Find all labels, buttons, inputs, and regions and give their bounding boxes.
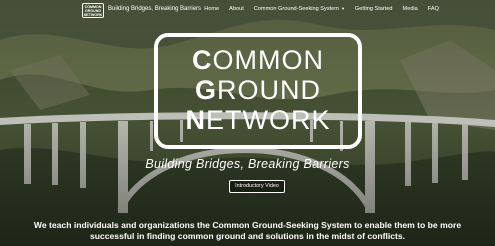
introductory-video-button[interactable]: Introductory Video <box>229 180 285 193</box>
chevron-down-icon: ▼ <box>340 6 345 11</box>
site-tagline: Building Bridges, Breaking Barriers <box>108 6 202 12</box>
site-header: COMMON GROUND NETWORK Building Bridges, … <box>0 0 495 22</box>
nav-media[interactable]: Media <box>403 6 418 12</box>
hero-logo-initial-n: N <box>185 105 206 135</box>
mission-line-2: successful in finding common ground and … <box>89 231 406 241</box>
nav-getting-started-label: Getting Started <box>354 6 393 12</box>
nav-getting-started[interactable]: Getting Started <box>355 6 393 12</box>
hero-logo-rest-1: OMMON <box>212 45 324 75</box>
hero-logo-rest-3: ETWORK <box>206 105 331 135</box>
mission-line-1: We teach individuals and organizations t… <box>33 220 462 230</box>
main-nav: Home About Common Ground-Seeking System ▼… <box>204 6 439 12</box>
hero-logo: COMMON GROUND NETWORK <box>154 33 362 149</box>
nav-home-label: Home <box>204 6 220 12</box>
nav-home[interactable]: Home <box>204 6 219 12</box>
hero-logo-line-2: GROUND <box>158 77 358 104</box>
hero-logo-initial-g: G <box>194 75 217 105</box>
nav-faq[interactable]: FAQ <box>428 6 439 12</box>
nav-common-ground-seeking-system[interactable]: Common Ground-Seeking System ▼ <box>254 6 345 12</box>
nav-faq-label: FAQ <box>427 6 439 12</box>
hero-subtitle: Building Bridges, Breaking Barriers <box>145 157 350 171</box>
nav-about-label: About <box>229 6 244 12</box>
mission-statement: We teach individuals and organizations t… <box>30 220 465 242</box>
logo-line-3: NETWORK <box>83 13 103 17</box>
nav-about[interactable]: About <box>229 6 244 12</box>
nav-cgss-label: Common Ground-Seeking System <box>253 6 339 12</box>
site-logo[interactable]: COMMON GROUND NETWORK <box>82 3 104 18</box>
nav-media-label: Media <box>402 6 418 12</box>
hero-logo-rest-2: ROUND <box>217 75 321 105</box>
hero-logo-initial-c: C <box>192 45 213 75</box>
hero-logo-line-1: COMMON <box>158 47 358 74</box>
hero-logo-line-3: NETWORK <box>158 107 358 134</box>
